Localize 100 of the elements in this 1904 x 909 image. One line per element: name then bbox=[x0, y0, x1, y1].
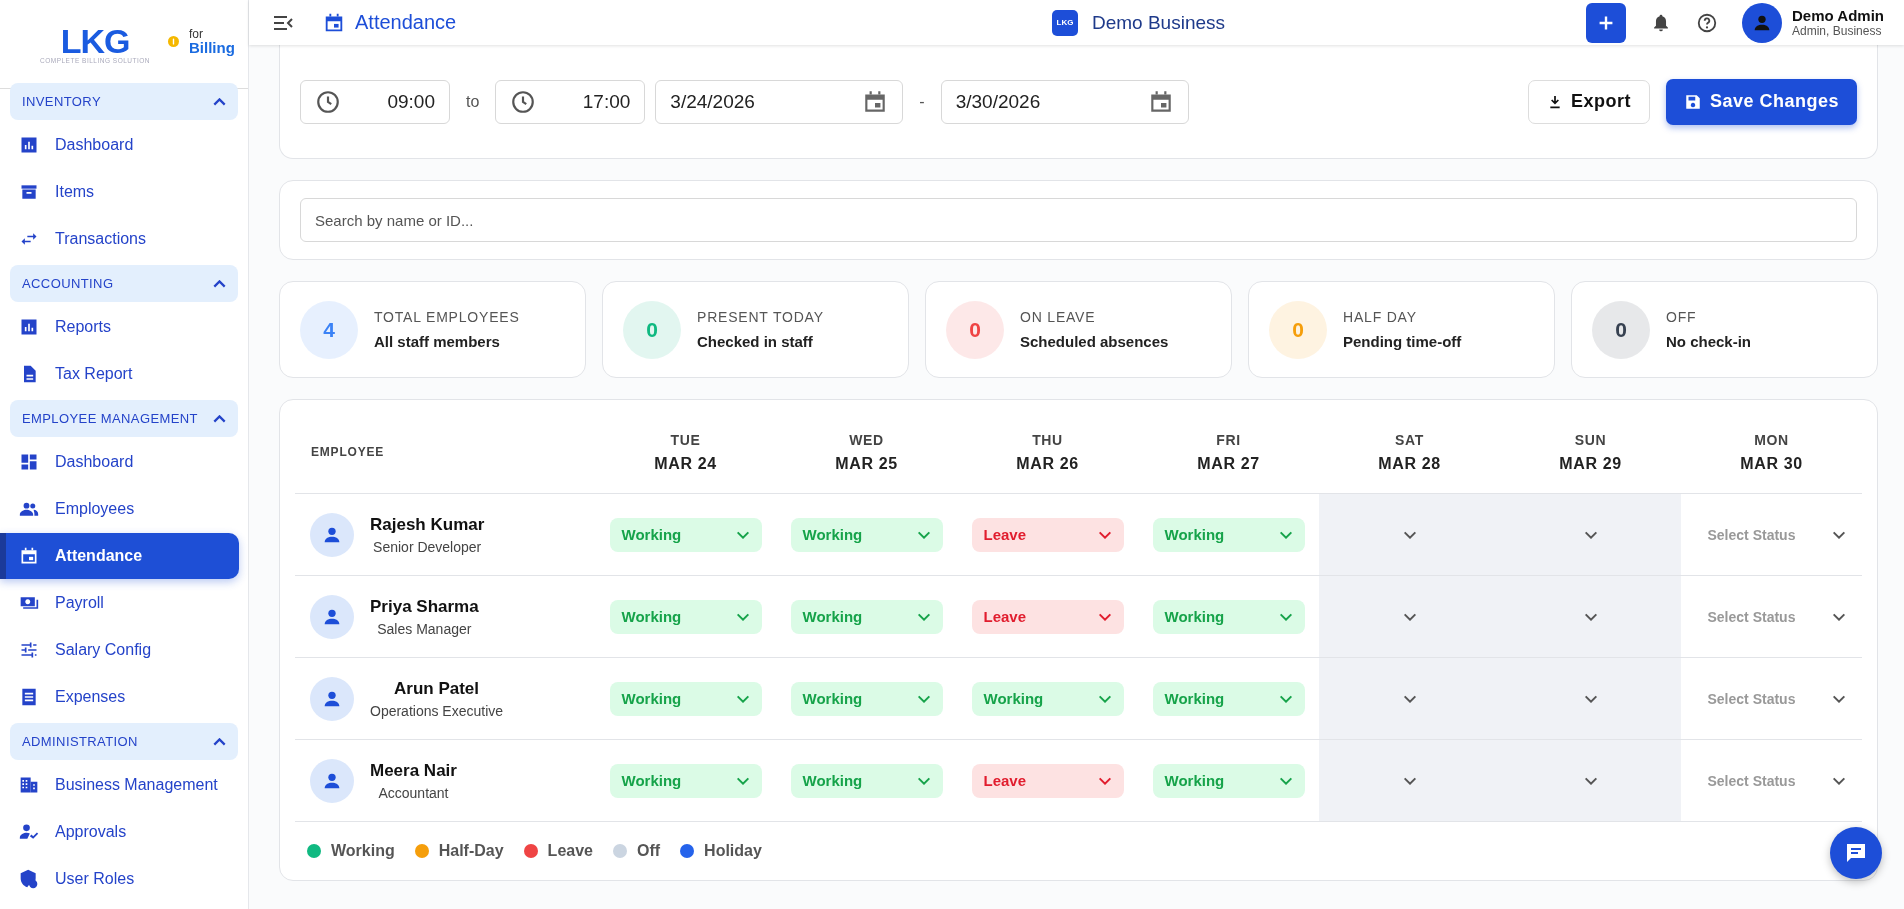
chevron-down-icon bbox=[1097, 694, 1112, 703]
legend-label: Leave bbox=[547, 842, 593, 860]
chevron-down-icon bbox=[1831, 530, 1846, 539]
stat-value: 0 bbox=[623, 300, 681, 359]
section-header[interactable]: ADMINISTRATION bbox=[10, 723, 238, 760]
chevron-down-icon bbox=[1278, 612, 1293, 621]
column-header: EMPLOYEE bbox=[310, 444, 386, 459]
stat-value: 4 bbox=[300, 300, 358, 359]
status-select[interactable]: Leave bbox=[971, 599, 1124, 634]
nav-item[interactable]: Tax Report bbox=[0, 351, 239, 397]
nav-item[interactable]: Salary Config bbox=[0, 627, 239, 673]
column-header: MON MAR 30 bbox=[1739, 430, 1804, 474]
stat-title: PRESENT TODAY bbox=[697, 309, 824, 325]
employee-role: Sales Manager bbox=[377, 620, 472, 637]
add-button[interactable] bbox=[1586, 2, 1627, 43]
employee-name: Priya Sharma bbox=[370, 596, 479, 617]
chevron-down-icon bbox=[916, 694, 931, 703]
chevron-down-icon[interactable] bbox=[1583, 694, 1598, 703]
chevron-down-icon bbox=[1278, 530, 1293, 539]
sliders-icon bbox=[19, 640, 39, 660]
status-select[interactable]: Leave bbox=[971, 517, 1124, 552]
business-logo: LKG bbox=[1052, 9, 1078, 36]
avatar[interactable] bbox=[1742, 2, 1783, 43]
nav-item[interactable]: Reports bbox=[0, 304, 239, 350]
chevron-down-icon bbox=[916, 776, 931, 785]
nav-item[interactable]: Business Management bbox=[0, 762, 239, 808]
export-button[interactable]: Export bbox=[1527, 79, 1650, 124]
chevron-down-icon bbox=[1278, 776, 1293, 785]
help-icon[interactable] bbox=[1696, 11, 1719, 34]
chevron-down-icon[interactable] bbox=[1583, 776, 1598, 785]
employee-name: Meera Nair bbox=[370, 760, 457, 781]
nav-item[interactable]: Transactions bbox=[0, 216, 239, 262]
stat-title: TOTAL EMPLOYEES bbox=[374, 309, 520, 325]
column-header: WED MAR 25 bbox=[834, 430, 899, 474]
legend-label: Half-Day bbox=[438, 842, 504, 860]
nav-item[interactable]: Dashboard bbox=[0, 122, 239, 168]
section-header[interactable]: INVENTORY bbox=[10, 83, 238, 120]
chevron-up-icon bbox=[213, 737, 226, 746]
legend-label: Off bbox=[637, 842, 661, 860]
nav-item[interactable]: Employees bbox=[0, 486, 239, 532]
building-icon bbox=[19, 775, 39, 795]
stat-value: 0 bbox=[1592, 300, 1650, 359]
nav-item[interactable]: Approvals bbox=[0, 809, 239, 855]
chevron-down-icon[interactable] bbox=[1402, 694, 1417, 703]
chart-icon bbox=[19, 317, 39, 337]
column-header: SAT MAR 28 bbox=[1377, 430, 1442, 474]
time-field[interactable]: 09:00 bbox=[300, 79, 450, 124]
section-header[interactable]: ACCOUNTING bbox=[10, 265, 238, 302]
logo-product: Billing bbox=[189, 40, 235, 56]
chevron-down-icon bbox=[1831, 612, 1846, 621]
stat-subtitle: Scheduled absences bbox=[1020, 333, 1169, 350]
chart-icon bbox=[19, 135, 39, 155]
chevron-down-icon bbox=[1831, 694, 1846, 703]
range-dash: - bbox=[919, 92, 925, 111]
chevron-down-icon[interactable] bbox=[1583, 612, 1598, 621]
nav-item[interactable]: Dashboard bbox=[0, 439, 239, 485]
chevron-down-icon[interactable] bbox=[1402, 776, 1417, 785]
chevron-down-icon bbox=[916, 612, 931, 621]
chevron-down-icon[interactable] bbox=[1402, 612, 1417, 621]
legend-label: Holiday bbox=[704, 842, 762, 860]
dashboard-icon bbox=[19, 452, 39, 472]
chevron-down-icon bbox=[1097, 530, 1112, 539]
nav-item[interactable]: User Roles bbox=[0, 856, 239, 902]
stat-title: OFF bbox=[1666, 309, 1698, 325]
column-header: THU MAR 26 bbox=[1015, 430, 1080, 474]
stat-value: 0 bbox=[946, 300, 1004, 359]
chevron-down-icon bbox=[1097, 776, 1112, 785]
date-field[interactable]: 3/30/2026 bbox=[940, 79, 1189, 124]
chat-icon bbox=[1844, 841, 1868, 865]
chevron-down-icon bbox=[735, 776, 750, 785]
nav-item[interactable]: Payroll bbox=[0, 580, 239, 626]
calendar-icon bbox=[19, 546, 39, 566]
legend-label: Working bbox=[331, 842, 395, 860]
search-field[interactable]: Search by name or ID... bbox=[300, 198, 1857, 242]
chevron-up-icon bbox=[213, 414, 226, 423]
stat-subtitle: Pending time-off bbox=[1343, 333, 1462, 350]
chevron-down-icon bbox=[735, 530, 750, 539]
employee-name: Rajesh Kumar bbox=[370, 514, 485, 535]
page-title: Attendance bbox=[355, 11, 457, 34]
coin-icon bbox=[168, 35, 180, 47]
stat-title: HALF DAY bbox=[1343, 309, 1418, 325]
section-header[interactable]: EMPLOYEE MANAGEMENT bbox=[10, 400, 238, 437]
employee-role: Operations Executive bbox=[370, 702, 504, 719]
nav-item[interactable]: Attendance bbox=[0, 533, 239, 579]
chevron-down-icon[interactable] bbox=[1402, 530, 1417, 539]
nav-item[interactable]: Expenses bbox=[0, 674, 239, 720]
save-button[interactable]: Save Changes bbox=[1665, 78, 1857, 125]
date-field[interactable]: 3/24/2026 bbox=[655, 79, 904, 124]
status-select[interactable]: Leave bbox=[971, 763, 1124, 798]
column-header: FRI MAR 27 bbox=[1196, 430, 1261, 474]
chevron-down-icon bbox=[1097, 612, 1112, 621]
employee-role: Senior Developer bbox=[373, 538, 482, 555]
shield-icon bbox=[19, 869, 39, 889]
logo-for: for bbox=[189, 28, 205, 40]
time-field[interactable]: 17:00 bbox=[495, 79, 646, 124]
chevron-down-icon[interactable] bbox=[1583, 530, 1598, 539]
stat-subtitle: All staff members bbox=[374, 333, 501, 350]
nav-item[interactable]: Items bbox=[0, 169, 239, 215]
person-check-icon bbox=[19, 822, 39, 842]
employee-role: Accountant bbox=[378, 784, 449, 801]
